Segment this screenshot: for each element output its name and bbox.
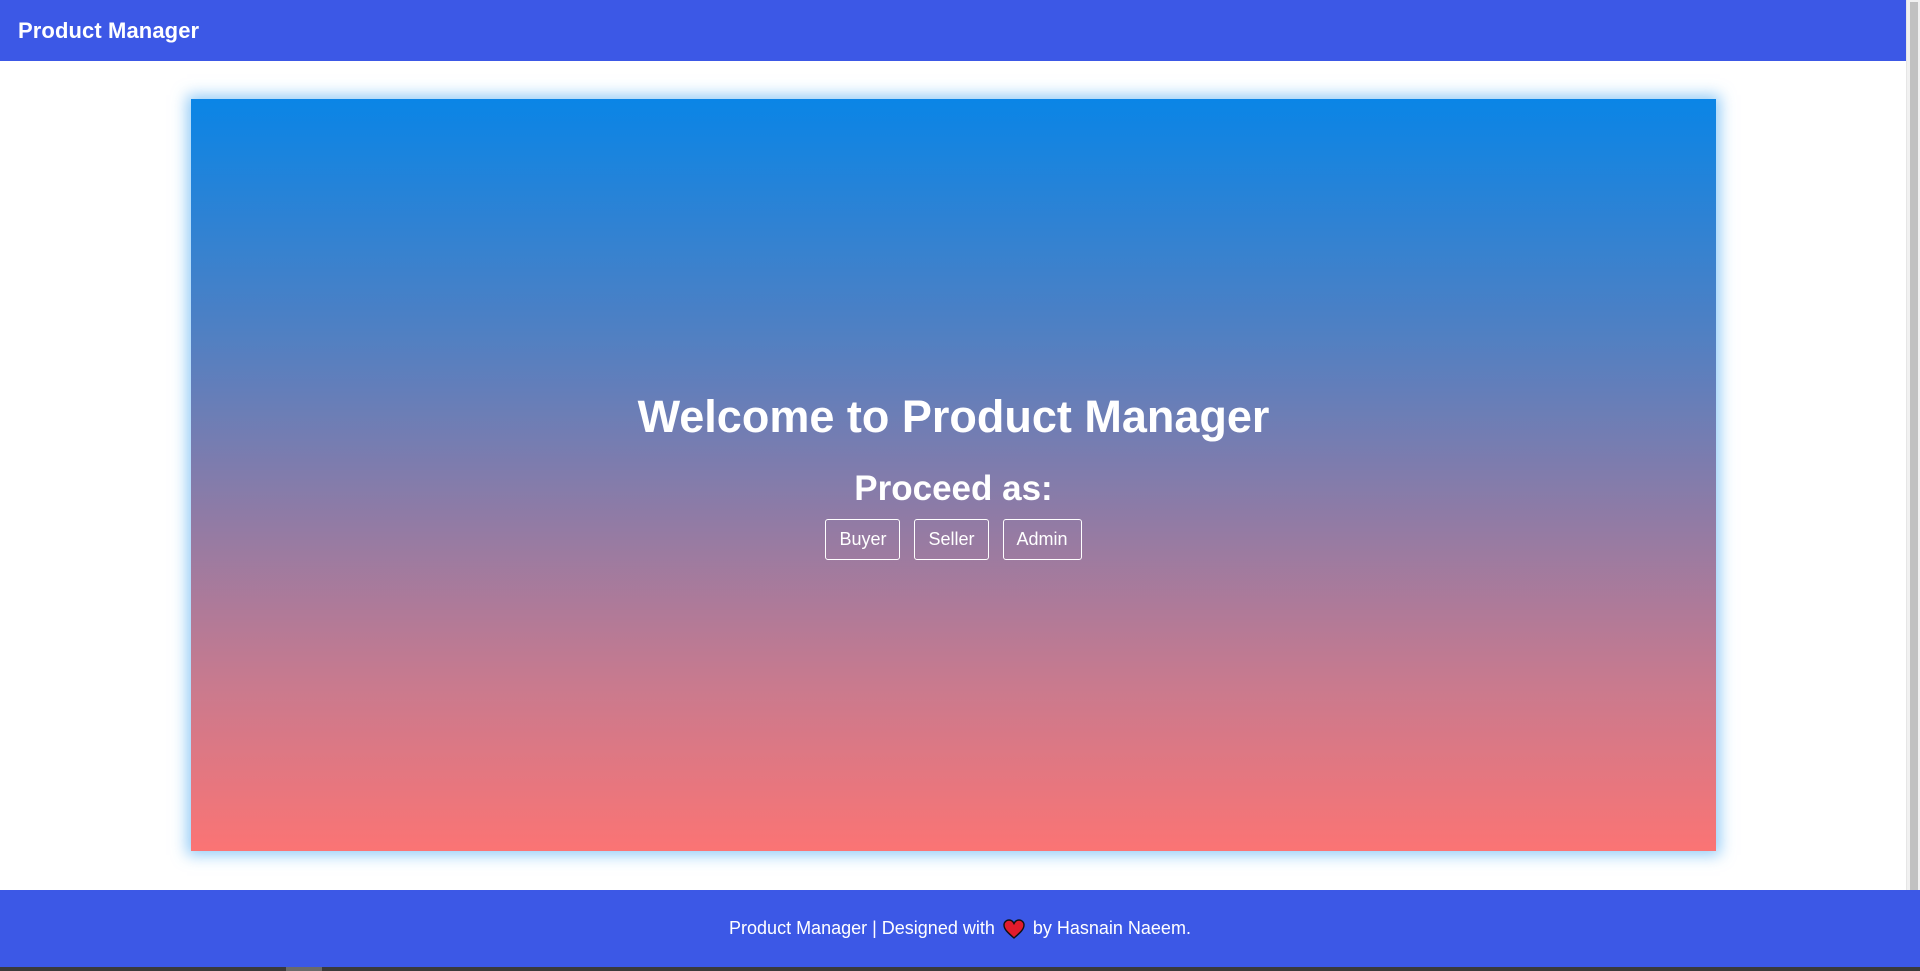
footer: Product Manager | Designed with by Hasna… (0, 890, 1920, 967)
brand-link[interactable]: Product Manager (18, 18, 199, 44)
taskbar-strip (0, 967, 1920, 971)
buyer-button[interactable]: Buyer (825, 519, 901, 560)
vertical-scrollbar[interactable] (1906, 0, 1920, 967)
footer-text-before: Product Manager | Designed with (729, 918, 995, 938)
scrollbar-thumb[interactable] (1910, 2, 1918, 942)
hero-title: Welcome to Product Manager (637, 391, 1270, 442)
seller-button[interactable]: Seller (914, 519, 989, 560)
heart-icon (1003, 918, 1025, 939)
footer-text-after: by Hasnain Naeem. (1032, 918, 1191, 938)
hero-content: Welcome to Product Manager Proceed as: B… (191, 389, 1716, 560)
proceed-label: Proceed as: (854, 469, 1053, 508)
welcome-hero: Welcome to Product Manager Proceed as: B… (191, 99, 1716, 851)
taskbar-indicator (286, 967, 322, 971)
page: Product Manager Welcome to Product Manag… (0, 0, 1920, 971)
top-navbar: Product Manager (0, 0, 1907, 61)
admin-button[interactable]: Admin (1002, 519, 1082, 560)
role-button-group: Buyer Seller Admin (191, 519, 1716, 560)
